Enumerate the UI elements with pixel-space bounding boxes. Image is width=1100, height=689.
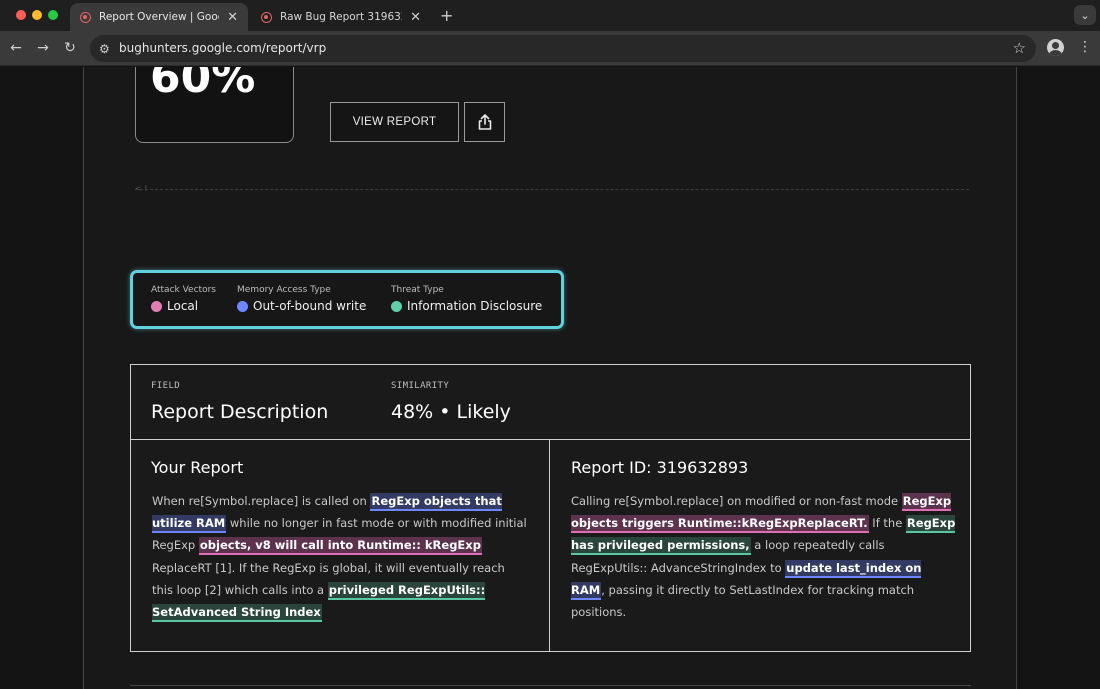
tab-title: Report Overview | Google Bu (99, 11, 219, 23)
score-value: 60% (150, 67, 256, 103)
view-report-button[interactable]: VIEW REPORT (330, 102, 459, 142)
forward-arrow-icon[interactable]: → (33, 38, 53, 58)
vector-label: Attack Vectors (151, 285, 216, 295)
tab-search-chevron-icon[interactable]: ⌄ (1074, 5, 1096, 25)
window-close-button[interactable] (16, 10, 26, 20)
vector-label: Threat Type (391, 285, 444, 295)
vector-dot-icon (151, 300, 162, 312)
report-text: Calling re[Symbol.replace] on modified o… (571, 494, 902, 508)
bug-hunters-favicon-icon (261, 11, 272, 23)
browser-toolbar: ← → ↻ ⚙ bughunters.google.com/report/vrp… (0, 31, 1100, 66)
section-divider (135, 189, 969, 190)
report-text: , passing it directly to SetLastIndex fo… (571, 582, 915, 620)
vector-value-row: Out-of-bound write (237, 299, 366, 313)
new-tab-button[interactable]: + (440, 6, 453, 25)
field-label: FIELD (151, 381, 181, 391)
matched-report-title: Report ID: 319632893 (571, 458, 749, 477)
score-card: 60% (135, 67, 294, 143)
report-text: When re[Symbol.replace] is called on (152, 494, 371, 508)
window-maximize-button[interactable] (48, 10, 58, 20)
tab-title: Raw Bug Report 319632893 (280, 11, 402, 23)
attack-vectors-card[interactable]: Attack Vectors Local Memory Access Type … (130, 270, 564, 329)
window-minimize-button[interactable] (32, 10, 42, 20)
vector-memory-access-type: Memory Access Type Out-of-bound write (237, 285, 366, 313)
similarity-value: 48% • Likely (391, 401, 511, 423)
bug-hunters-favicon-icon (80, 11, 91, 23)
vector-label: Memory Access Type (237, 285, 331, 295)
your-report-title: Your Report (151, 458, 244, 477)
tab-close-icon[interactable]: ✕ (410, 10, 421, 25)
back-arrow-icon[interactable]: ← (6, 38, 26, 58)
url-text[interactable]: bughunters.google.com/report/vrp (119, 41, 326, 55)
similarity-label: SIMILARITY (391, 381, 450, 391)
comparison-header: FIELD Report Description SIMILARITY 48% … (131, 365, 970, 440)
your-report-body: When re[Symbol.replace] is called on Reg… (152, 490, 527, 623)
vector-threat-type: Threat Type Information Disclosure (391, 285, 542, 313)
matched-report-body: Calling re[Symbol.replace] on modified o… (571, 490, 956, 623)
vector-value: Local (167, 299, 199, 313)
vector-dot-icon (237, 300, 248, 312)
vector-value-row: Local (151, 299, 216, 313)
vector-value: Information Disclosure (407, 299, 543, 313)
address-bar[interactable]: ⚙ bughunters.google.com/report/vrp ☆ (90, 35, 1036, 62)
report-text: If the (868, 516, 906, 531)
site-info-icon[interactable]: ⚙ (99, 42, 110, 56)
share-icon (478, 114, 491, 130)
vector-attack-vectors: Attack Vectors Local (151, 285, 216, 313)
bookmark-star-icon[interactable]: ☆ (1013, 39, 1026, 57)
matched-report-column: Report ID: 319632893 Calling re[Symbol.r… (550, 440, 970, 651)
profile-avatar-icon[interactable] (1047, 39, 1064, 56)
page-viewport: 60% VIEW REPORT < ! Attack Vectors Local… (0, 67, 1100, 689)
share-button[interactable] (464, 102, 505, 142)
vector-value: Out-of-bound write (253, 299, 367, 313)
your-report-column: Your Report When re[Symbol.replace] is c… (131, 440, 549, 651)
tab-strip: Report Overview | Google Bu ✕ Raw Bug Re… (0, 0, 1100, 31)
tab-report-overview[interactable]: Report Overview | Google Bu ✕ (70, 3, 248, 31)
vector-value-row: Information Disclosure (391, 299, 542, 313)
vector-dot-icon (391, 300, 402, 312)
tab-raw-bug-report[interactable]: Raw Bug Report 319632893 ✕ (251, 3, 431, 31)
tab-close-icon[interactable]: ✕ (227, 10, 238, 25)
comparison-table: FIELD Report Description SIMILARITY 48% … (130, 364, 971, 652)
highlight-pink: objects, v8 will call into Runtime:: kRe… (198, 537, 482, 556)
field-value: Report Description (151, 401, 329, 423)
browser-menu-icon[interactable]: ⋮ (1078, 39, 1092, 55)
reload-icon[interactable]: ↻ (60, 38, 80, 58)
next-section-edge (130, 685, 971, 689)
